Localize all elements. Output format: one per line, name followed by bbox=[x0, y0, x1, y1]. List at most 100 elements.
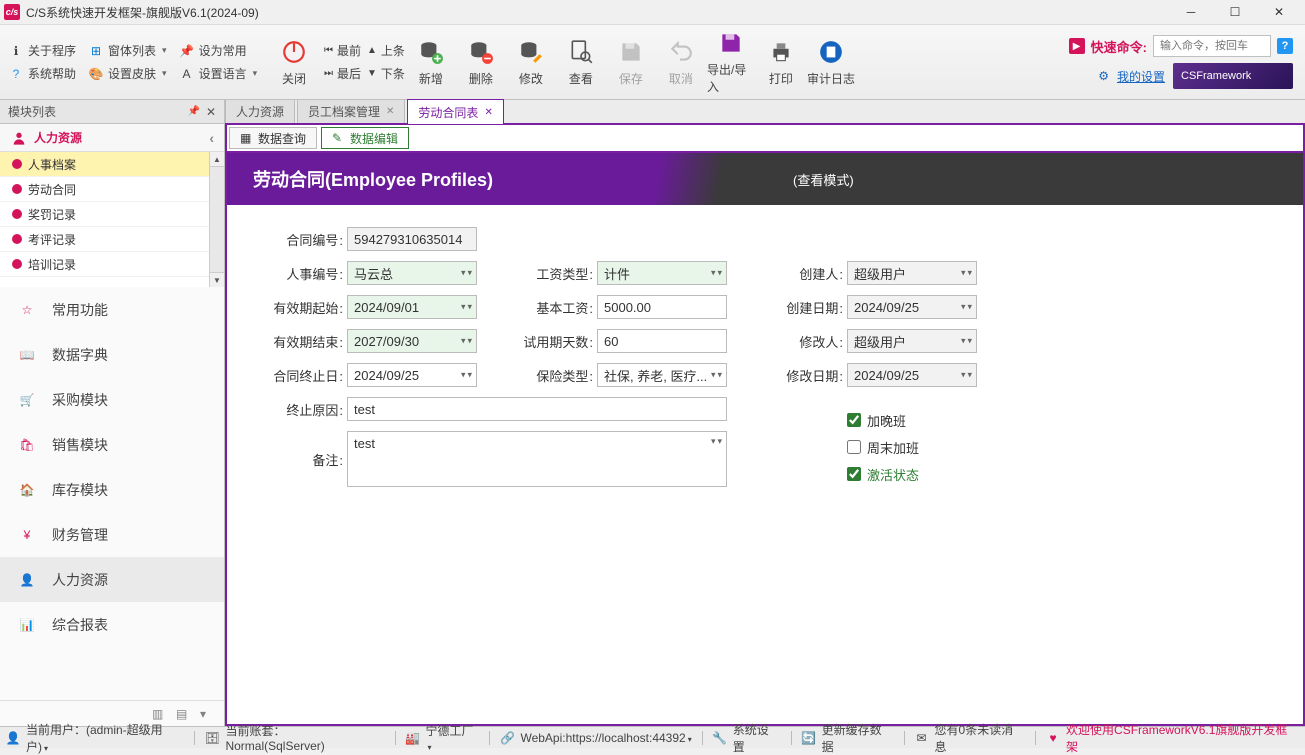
status-sys-setting[interactable]: 系统设置 bbox=[733, 721, 781, 755]
field-end-date[interactable]: 2027/09/30▾ bbox=[347, 329, 477, 353]
csframework-banner[interactable]: CSFramework bbox=[1173, 63, 1293, 89]
sys-help-button[interactable]: ?系统帮助 bbox=[8, 65, 76, 82]
checkbox-weekend-ot[interactable]: 周末加班 bbox=[847, 438, 977, 457]
audit-button[interactable]: 审计日志 bbox=[807, 28, 855, 96]
field-modify-date: 2024/09/25▾ bbox=[847, 363, 977, 387]
label-trial-days: 试用期天数 bbox=[507, 332, 597, 351]
set-lang-button[interactable]: A设置语言 bbox=[179, 65, 258, 82]
field-salary-type[interactable]: 计件▾ bbox=[597, 261, 727, 285]
field-trial-days[interactable]: 60 bbox=[597, 329, 727, 353]
checkbox-active[interactable]: 激活状态 bbox=[847, 465, 977, 484]
maximize-button[interactable]: ☐ bbox=[1213, 0, 1257, 25]
tab-0[interactable]: 人力资源 bbox=[225, 98, 295, 123]
sidebar-item-2[interactable]: 奖罚记录 bbox=[0, 202, 209, 227]
set-skin-button[interactable]: 🎨设置皮肤 bbox=[88, 65, 167, 82]
db-edit-icon bbox=[517, 38, 545, 66]
subtab-bar: ▦数据查询✎数据编辑 bbox=[225, 125, 1305, 153]
label-term-date: 合同终止日 bbox=[257, 366, 347, 385]
sidebar-item-1[interactable]: 劳动合同 bbox=[0, 177, 209, 202]
quick-cmd-input[interactable] bbox=[1153, 35, 1271, 57]
layout1-icon[interactable]: ▥ bbox=[152, 707, 166, 721]
field-term-date[interactable]: 2024/09/25▾ bbox=[347, 363, 477, 387]
checkbox-overtime[interactable]: 加晚班 bbox=[847, 411, 977, 430]
my-settings-link[interactable]: 我的设置 bbox=[1117, 68, 1165, 85]
subtab-0[interactable]: ▦数据查询 bbox=[229, 127, 317, 149]
status-mail[interactable]: 您有0条未读消息 bbox=[935, 721, 1026, 755]
field-start-date[interactable]: 2024/09/01▾ bbox=[347, 295, 477, 319]
module-5[interactable]: ¥财务管理 bbox=[0, 512, 224, 557]
view-button[interactable]: 查看 bbox=[557, 28, 605, 96]
scroll-up-icon[interactable]: ▲ bbox=[210, 152, 224, 167]
quick-cmd-label: 快速命令: bbox=[1091, 37, 1147, 56]
chevron-down-icon[interactable]: ▾ bbox=[200, 707, 214, 721]
quick-cmd-help[interactable]: ? bbox=[1277, 38, 1293, 54]
prev-button[interactable]: ▲上条 bbox=[367, 42, 405, 59]
sidebar-close-icon[interactable]: ✕ bbox=[206, 105, 216, 119]
sidebar-item-3[interactable]: 考评记录 bbox=[0, 227, 209, 252]
tab-1[interactable]: 员工档案管理✕ bbox=[297, 98, 405, 123]
module-icon: 👤 bbox=[14, 567, 40, 593]
module-2[interactable]: 🛒采购模块 bbox=[0, 377, 224, 422]
delete-button[interactable]: 删除 bbox=[457, 28, 505, 96]
module-1[interactable]: 📖数据字典 bbox=[0, 332, 224, 377]
sidebar-scrollbar[interactable]: ▲ ▼ bbox=[209, 152, 224, 287]
save-button: 保存 bbox=[607, 28, 655, 96]
power-icon bbox=[280, 38, 308, 66]
add-button[interactable]: 新增 bbox=[407, 28, 455, 96]
status-factory[interactable]: 宁德工厂 bbox=[426, 722, 480, 753]
palette-icon: 🎨 bbox=[88, 66, 104, 82]
banner-mode: (查看模式) bbox=[793, 170, 854, 189]
field-term-reason[interactable]: test bbox=[347, 397, 727, 421]
tab-close-icon[interactable]: ✕ bbox=[386, 106, 394, 117]
module-4[interactable]: 🏠库存模块 bbox=[0, 467, 224, 512]
module-6[interactable]: 👤人力资源 bbox=[0, 557, 224, 602]
tab-2[interactable]: 劳动合同表✕ bbox=[407, 99, 503, 124]
module-7[interactable]: 📊综合报表 bbox=[0, 602, 224, 647]
last-button[interactable]: ⏭最后 bbox=[324, 65, 361, 82]
refresh-icon: 🔄 bbox=[802, 731, 816, 745]
form-list-button[interactable]: ⊞窗体列表 bbox=[88, 42, 167, 59]
quick-command: ▶ 快速命令: ? bbox=[1069, 35, 1293, 57]
scroll-down-icon[interactable]: ▼ bbox=[210, 272, 224, 287]
db-icon: 🗄 bbox=[205, 731, 219, 745]
help-icon: ? bbox=[8, 66, 24, 82]
search-doc-icon bbox=[567, 38, 595, 66]
pin-icon[interactable]: 📌 bbox=[187, 106, 199, 117]
about-button[interactable]: ℹ关于程序 bbox=[8, 42, 76, 59]
module-0[interactable]: ☆常用功能 bbox=[0, 287, 224, 332]
first-button[interactable]: ⏮最前 bbox=[324, 42, 361, 59]
export-button[interactable]: 导出/导入 bbox=[707, 28, 755, 96]
tab-close-icon[interactable]: ✕ bbox=[484, 107, 492, 118]
layout2-icon[interactable]: ▤ bbox=[176, 707, 190, 721]
label-person-no: 人事编号 bbox=[257, 264, 347, 283]
window-title: C/S系统快速开发框架-旗舰版V6.1(2024-09) bbox=[26, 4, 1169, 21]
field-insurance[interactable]: 社保, 养老, 医疗...▾ bbox=[597, 363, 727, 387]
field-remark[interactable]: test▾ bbox=[347, 431, 727, 487]
db-add-icon bbox=[417, 38, 445, 66]
sidebar-category-header[interactable]: 人力资源 ‹ bbox=[0, 124, 224, 152]
print-button[interactable]: 打印 bbox=[757, 28, 805, 96]
module-icon: 🛍 bbox=[14, 432, 40, 458]
label-remark: 备注 bbox=[257, 450, 347, 469]
sidebar-item-0[interactable]: 人事档案 bbox=[0, 152, 209, 177]
subtab-1[interactable]: ✎数据编辑 bbox=[321, 127, 409, 149]
set-common-button[interactable]: 📌设为常用 bbox=[179, 42, 247, 59]
module-3[interactable]: 🛍销售模块 bbox=[0, 422, 224, 467]
sidebar-item-4[interactable]: 培训记录 bbox=[0, 252, 209, 277]
status-user[interactable]: 当前用户：(admin-超级用户) bbox=[26, 721, 184, 755]
module-icon: 📊 bbox=[14, 612, 40, 638]
field-creator: 超级用户▾ bbox=[847, 261, 977, 285]
field-person-no[interactable]: 马云总▾ bbox=[347, 261, 477, 285]
close-window-button[interactable]: ✕ bbox=[1257, 0, 1301, 25]
status-refresh[interactable]: 更新缓存数据 bbox=[822, 721, 894, 755]
status-webapi[interactable]: WebApi:https://localhost:44392 bbox=[520, 731, 691, 745]
tab-bar: 人力资源员工档案管理✕劳动合同表✕ bbox=[225, 100, 1305, 125]
next-button[interactable]: ▼下条 bbox=[367, 65, 405, 82]
minimize-button[interactable]: ─ bbox=[1169, 0, 1213, 25]
wrench-icon: 🔧 bbox=[713, 731, 727, 745]
db-delete-icon bbox=[467, 38, 495, 66]
modify-button[interactable]: 修改 bbox=[507, 28, 555, 96]
field-base-salary[interactable]: 5000.00 bbox=[597, 295, 727, 319]
field-create-date: 2024/09/25▾ bbox=[847, 295, 977, 319]
close-button[interactable]: 关闭 bbox=[270, 28, 318, 96]
